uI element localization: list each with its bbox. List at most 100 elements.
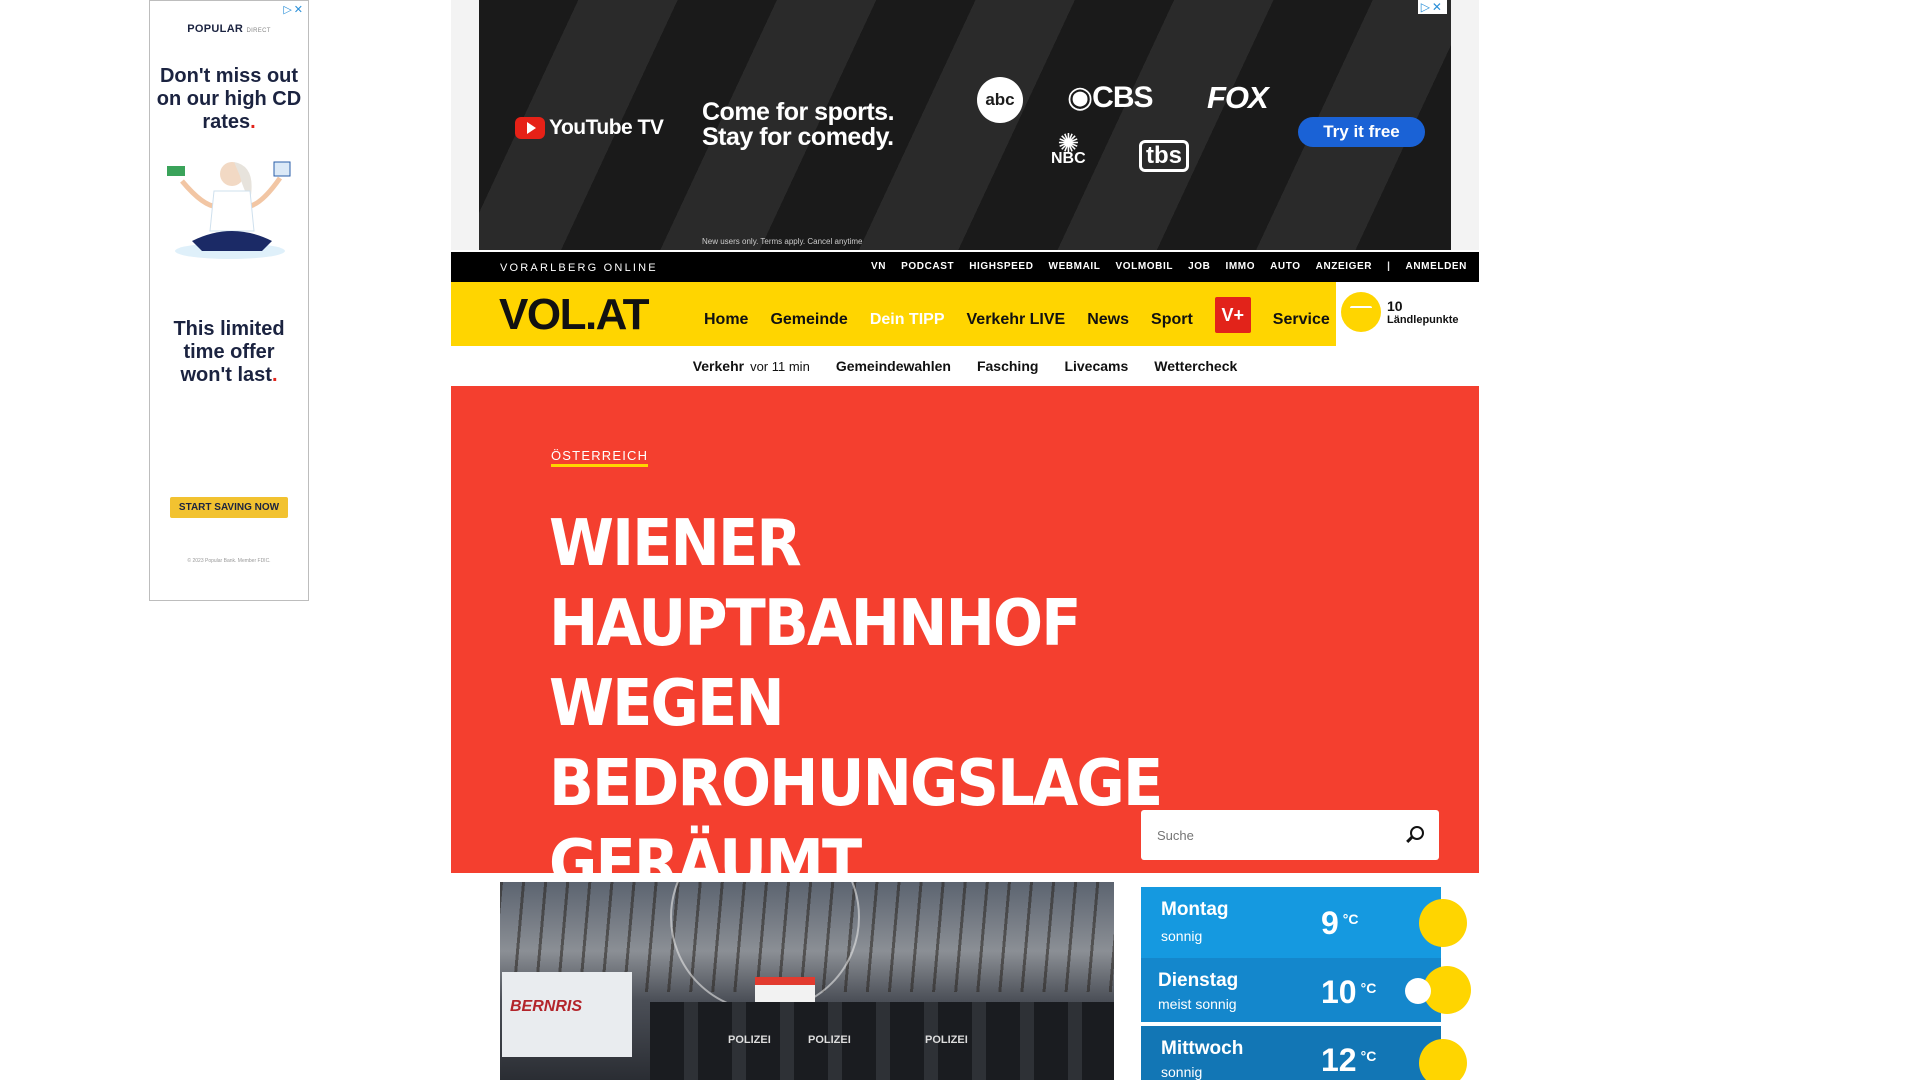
weather-day-name: Montag	[1161, 899, 1229, 920]
topbar-link-anzeiger[interactable]: ANZEIGER	[1316, 261, 1372, 272]
side-advertisement[interactable]: ▷✕ POPULAR DIRECT Don't miss out on our …	[149, 0, 309, 601]
ad-choices-close-icon[interactable]: ▷✕	[283, 3, 305, 16]
ad-subheadline: This limited time offer won't last.	[150, 318, 308, 387]
youtube-play-icon	[515, 117, 545, 139]
photo-police-label: POLIZEI	[728, 1034, 771, 1046]
ad-fineprint: © 2023 Popular Bank. Member FDIC.	[187, 558, 271, 564]
login-link[interactable]: ANMELDEN	[1406, 261, 1467, 272]
laendlepunkte-widget[interactable]: 10 Ländlepunkte	[1341, 292, 1459, 332]
nav-item-verkehr-live[interactable]: Verkehr LIVE	[967, 311, 1066, 329]
weather-day-name: Mittwoch	[1161, 1038, 1244, 1059]
cbs-logo: ◉CBS	[1067, 81, 1154, 114]
nav-item-sport[interactable]: Sport	[1151, 311, 1193, 329]
ad-subheadline-text: This limited time offer won't last	[173, 318, 285, 386]
youtube-tv-label: YouTube TV	[549, 116, 664, 139]
weather-condition: sonnig	[1161, 1064, 1203, 1080]
weather-day-name: Dienstag	[1158, 970, 1239, 991]
cloud-icon	[1405, 978, 1431, 1004]
ad-subheadline-dot: .	[271, 364, 278, 386]
subnav-verkehr-time: vor 11 min	[750, 359, 810, 374]
site-network-name[interactable]: VORARLBERG ONLINE	[500, 262, 658, 274]
weather-temp-value: 9	[1321, 905, 1339, 941]
weather-temp-unit: °C	[1342, 911, 1359, 927]
mountain-sun-icon	[1341, 292, 1381, 332]
weather-day-wednesday[interactable]: Mittwoch sonnig 12 °C	[1141, 1026, 1467, 1080]
ad-cta-button[interactable]: START SAVING NOW	[169, 497, 289, 518]
sun-icon	[1419, 1039, 1467, 1080]
top-banner-advertisement[interactable]: ▷✕ YouTube TV Come for sports. Stay for c…	[479, 0, 1451, 250]
photo-police-label: POLIZEI	[925, 1034, 968, 1046]
weather-temperature: 10 °C	[1321, 974, 1376, 1011]
article-photo[interactable]: BERNRIS POLIZEI POLIZEI POLIZEI	[500, 882, 1114, 1080]
weather-temp-value: 10	[1321, 974, 1357, 1010]
subnav-verkehr-label: Verkehr	[692, 358, 745, 374]
photo-truck-text: BERNRIS	[510, 998, 583, 1015]
points-value: 10	[1387, 298, 1403, 314]
network-topbar: VORARLBERG ONLINE VN PODCAST HIGHSPEED W…	[451, 252, 1479, 282]
weather-temp-unit: °C	[1360, 980, 1377, 996]
nbc-label: NBC	[1051, 150, 1086, 167]
weather-temperature: 12 °C	[1321, 1042, 1376, 1079]
photo-police-group	[650, 1002, 1114, 1080]
topbar-link-highspeed[interactable]: HIGHSPEED	[969, 261, 1033, 272]
search-input[interactable]	[1157, 827, 1405, 843]
photo-truck: BERNRIS	[502, 972, 632, 1057]
ad-headline-dot: .	[250, 111, 256, 133]
weather-temp-value: 12	[1321, 1042, 1357, 1078]
network-links: VN PODCAST HIGHSPEED WEBMAIL VOLMOBIL JO…	[871, 261, 1467, 272]
topbar-link-vn[interactable]: VN	[871, 261, 886, 272]
weather-temp-unit: °C	[1360, 1048, 1377, 1064]
vplus-button[interactable]: V+	[1214, 297, 1251, 333]
subnav-item-verkehr[interactable]: Verkehr vor 11 min	[693, 358, 810, 374]
nbc-logo: ✺ NBC	[1051, 128, 1086, 167]
site-logo[interactable]: VOL.AT	[499, 290, 650, 340]
fox-logo: FOX	[1207, 80, 1269, 115]
points-label: Ländlepunkte	[1387, 314, 1459, 326]
peacock-icon: ✺	[1057, 128, 1080, 158]
ad-slogan-line2: Stay for comedy.	[702, 123, 894, 151]
topbar-link-volmobil[interactable]: VOLMOBIL	[1116, 261, 1174, 272]
nav-item-dein-tipp[interactable]: Dein TIPP	[870, 311, 945, 329]
ad-choices-close-icon[interactable]: ▷✕	[1417, 0, 1447, 14]
nav-item-service[interactable]: Service	[1273, 311, 1330, 329]
try-it-free-button[interactable]: Try it free	[1298, 117, 1425, 147]
ad-brand-logo: POPULAR DIRECT	[150, 23, 308, 35]
article-kicker[interactable]: ÖSTERREICH	[551, 448, 649, 467]
nav-item-home[interactable]: Home	[704, 311, 748, 329]
subnav-item-wettercheck[interactable]: Wettercheck	[1154, 358, 1237, 374]
nav-items: Home Gemeinde Dein TIPP Verkehr LIVE New…	[704, 297, 1352, 333]
ad-headline: Don't miss out on our high CD rates.	[150, 65, 308, 134]
sun-icon	[1419, 899, 1467, 947]
weather-day-tuesday[interactable]: Dienstag meist sonnig 10 °C	[1141, 958, 1471, 1022]
ad-slogan: Come for sports. Stay for comedy.	[702, 98, 895, 151]
weather-temperature: 9 °C	[1321, 905, 1359, 942]
search-icon[interactable]	[1405, 826, 1424, 844]
subnav-item-livecams[interactable]: Livecams	[1064, 358, 1128, 374]
topbar-link-webmail[interactable]: WEBMAIL	[1049, 261, 1101, 272]
nav-item-gemeinde[interactable]: Gemeinde	[770, 311, 847, 329]
top-ad-container: ▷✕ YouTube TV Come for sports. Stay for c…	[451, 0, 1479, 250]
hero-article[interactable]: ÖSTERREICH WIENER HAUPTBAHNHOF WEGEN BED…	[451, 386, 1479, 901]
topbar-link-immo[interactable]: IMMO	[1225, 261, 1255, 272]
ad-headline-text: Don't miss out on our high CD rates	[156, 65, 302, 133]
main-navigation: VOL.AT Home Gemeinde Dein TIPP Verkehr L…	[451, 282, 1479, 346]
topbar-link-auto[interactable]: AUTO	[1270, 261, 1301, 272]
ad-terms: New users only. Terms apply. Cancel anyt…	[702, 237, 863, 246]
weather-day-monday[interactable]: Montag sonnig 9 °C	[1141, 887, 1467, 959]
ad-brand-sub: DIRECT	[246, 28, 271, 34]
weather-condition: meist sonnig	[1158, 996, 1237, 1012]
subnav-item-fasching[interactable]: Fasching	[977, 358, 1038, 374]
topbar-link-podcast[interactable]: PODCAST	[901, 261, 954, 272]
subnav-item-gemeindewahlen[interactable]: Gemeindewahlen	[836, 358, 951, 374]
youtube-tv-logo: YouTube TV	[515, 116, 664, 140]
weather-condition: sonnig	[1161, 928, 1203, 944]
tbs-logo: tbs	[1139, 140, 1189, 172]
topbar-link-job[interactable]: JOB	[1188, 261, 1210, 272]
ad-illustration	[162, 156, 297, 266]
ad-slogan-line1: Come for sports.	[702, 98, 895, 126]
photo-police-label: POLIZEI	[808, 1034, 851, 1046]
sub-navigation: Verkehr vor 11 min Gemeindewahlen Faschin…	[451, 346, 1479, 386]
nav-item-news[interactable]: News	[1087, 311, 1129, 329]
search-box	[1141, 810, 1439, 860]
ad-brand-name: POPULAR	[187, 23, 244, 35]
